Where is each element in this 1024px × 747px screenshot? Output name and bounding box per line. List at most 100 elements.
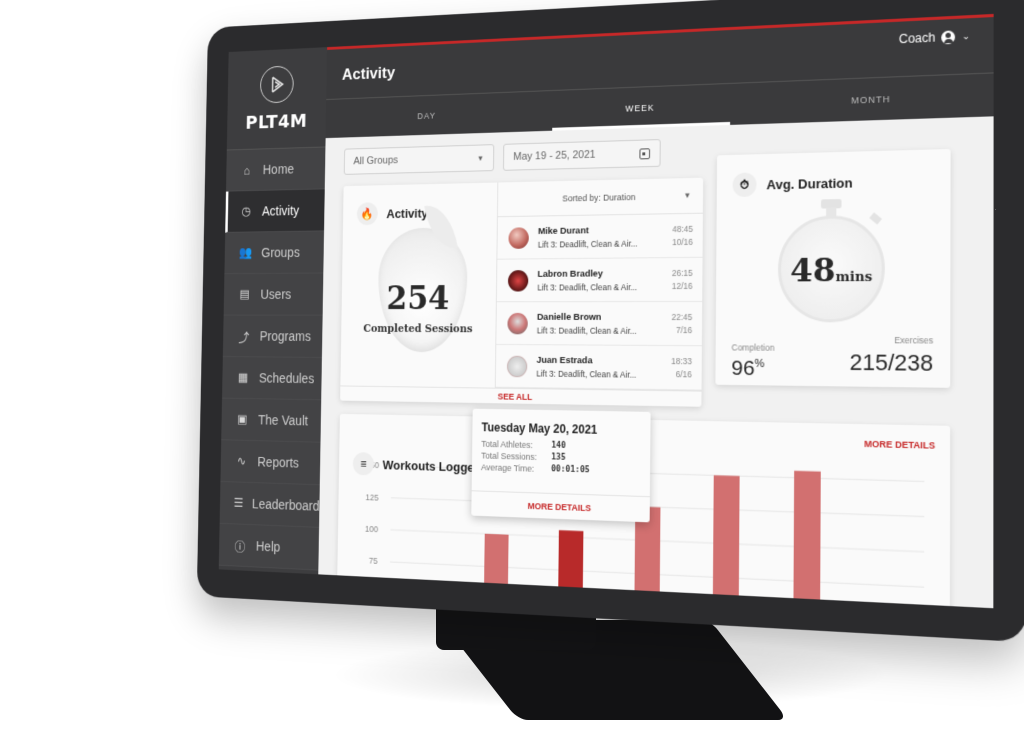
sidebar-item-label: Schedules [258, 370, 315, 387]
chevron-down-icon: ⌄ [961, 30, 971, 41]
athlete-time: 22:45 [671, 311, 693, 322]
duration-card-header: ⏱ Avg. Duration [717, 149, 951, 198]
sidebar-item-help[interactable]: ⓘ Help [218, 523, 320, 571]
athlete-row[interactable]: Juan Estrada Lift 3: Deadlift, Clean & Ai… [495, 344, 702, 391]
sidebar-item-label: Groups [261, 244, 300, 261]
sidebar-item-users[interactable]: ▤ Users [223, 273, 324, 316]
duration-card-title: Avg. Duration [766, 174, 853, 192]
duration-unit: mins [835, 269, 873, 286]
workouts-card-title: Workouts Logged [382, 457, 482, 475]
user-menu[interactable]: Coach ⌄ [898, 29, 971, 47]
bar-tooltip: Tuesday May 20, 2021 Total Athletes: 140… [471, 408, 651, 523]
completion-unit: % [754, 357, 765, 371]
home-icon: ⌂ [243, 163, 251, 177]
brand-name: PLT4M [245, 108, 308, 133]
completion-label: Completion [731, 342, 775, 353]
bar-may-22[interactable] [712, 475, 740, 609]
activity-card-header: 🔥 Activity [343, 182, 497, 226]
sidebar-item-schedules[interactable]: ▦ Schedules [222, 356, 322, 401]
tooltip-date: Tuesday May 20, 2021 [481, 420, 598, 437]
sidebar-item-leaderboard[interactable]: ☰ Leaderboard [219, 481, 320, 528]
stage: PLT4M ⌂ Home ◷ Activity 👥 Groups ▤ Users ⤴ Progra… [0, 0, 1024, 747]
brand[interactable]: PLT4M [226, 47, 328, 151]
activity-card: 🔥 Activity 254 Completed Sessions Sorted… [340, 177, 704, 407]
athlete-time: 18:33 [671, 355, 692, 366]
sidebar-item-home[interactable]: ⌂ Home [225, 147, 326, 192]
athlete-name: Labron Bradley [537, 268, 603, 280]
sidebar-item-label: Reports [257, 454, 299, 471]
athlete-progress: 10/16 [672, 236, 693, 247]
date-range-picker[interactable]: May 19 - 25, 2021 [503, 139, 661, 171]
account-circle-icon [941, 29, 956, 44]
avatar [507, 269, 529, 292]
tooltip-athletes-label: Total Athletes: [481, 438, 533, 451]
user-name: Coach [898, 30, 936, 47]
stopwatch-button [869, 212, 882, 225]
athlete-stats: 48:45 10/16 [672, 222, 693, 248]
sidebar-item-label: Home [262, 161, 295, 177]
sidebar-item-reports[interactable]: ∿ Reports [220, 440, 321, 486]
completed-count: 254 [386, 279, 450, 318]
athlete-row[interactable]: Mike Durant Lift 3: Deadlift, Clean & Air… [497, 213, 703, 260]
group-select-value: All Groups [353, 154, 399, 168]
athlete-name: Juan Estrada [536, 354, 593, 366]
sidebar-item-groups[interactable]: 👥 Groups [224, 231, 325, 275]
fire-icon: 🔥 [356, 202, 378, 226]
runner-icon: ⤴ [238, 329, 250, 344]
completed-label: Completed Sessions [363, 322, 473, 336]
avg-duration-card: ⏱ Avg. Duration 48mins Completion 96% Ex… [715, 148, 951, 388]
tooltip-avg-time-value: 00:01:05 [551, 464, 590, 476]
sidebar-item-label: Activity [261, 202, 300, 219]
athlete-info: Juan Estrada Lift 3: Deadlift, Clean & Ai… [536, 354, 671, 379]
athlete-row[interactable]: Danielle Brown Lift 3: Deadlift, Clean & … [496, 301, 703, 347]
athlete-name: Mike Durant [537, 224, 589, 237]
athlete-progress: 12/16 [671, 280, 693, 291]
duration-number: 48 [790, 250, 836, 290]
caret-down-icon: ▼ [476, 153, 485, 163]
screen: PLT4M ⌂ Home ◷ Activity 👥 Groups ▤ Users ⤴ Progra… [218, 13, 994, 609]
sort-dropdown[interactable]: Sorted by: Duration ▼ [497, 177, 704, 218]
caret-down-icon: ▼ [683, 190, 692, 201]
list-icon: ▤ [239, 286, 250, 301]
tooltip-avg-time-label: Average Time: [480, 462, 535, 474]
athlete-info: Danielle Brown Lift 3: Deadlift, Clean & … [537, 311, 672, 335]
sidebar-item-label: Leaderboard [251, 496, 320, 514]
athlete-info: Mike Durant Lift 3: Deadlift, Clean & Air… [538, 224, 672, 249]
stopwatch-icon: ⏱ [732, 172, 757, 198]
group-select[interactable]: All Groups ▼ [343, 144, 495, 175]
more-details-link[interactable]: MORE DETAILS [864, 439, 935, 451]
avatar [507, 312, 528, 334]
athlete-progress: 6/16 [675, 368, 692, 379]
sidebar-item-label: The Vault [258, 412, 309, 429]
tab-week[interactable]: WEEK [531, 83, 753, 131]
playlist-check-icon: ≡ [352, 452, 375, 476]
sidebar-item-programs[interactable]: ⤴ Programs [222, 315, 323, 358]
brand-logo-icon [259, 64, 294, 104]
tab-day[interactable]: DAY [326, 92, 532, 138]
avatar [506, 355, 528, 377]
sidebar-item-the-vault[interactable]: ▣ The Vault [221, 398, 322, 443]
athlete-name: Danielle Brown [537, 311, 602, 323]
bar-may-23[interactable] [793, 470, 821, 609]
athlete-row[interactable]: Labron Bradley Lift 3: Deadlift, Clean & … [496, 257, 703, 303]
activity-card-title: Activity [386, 205, 428, 221]
avg-duration-value: 48mins [716, 249, 950, 290]
sidebar-item-activity[interactable]: ◷ Activity [225, 189, 325, 233]
sort-label: Sorted by: Duration [562, 191, 636, 203]
completion-value: 96% [731, 357, 764, 382]
athlete-time: 48:45 [672, 223, 694, 234]
calendar-icon: ▦ [237, 370, 249, 385]
help-icon: ⓘ [234, 538, 246, 554]
avatar [508, 226, 529, 249]
calendar-icon[interactable] [639, 147, 651, 159]
exercises-label: Exercises [894, 334, 934, 346]
speedometer-icon: ◷ [241, 203, 252, 218]
sidebar-item-label: Users [260, 286, 292, 302]
exercises-value: 215/238 [849, 349, 934, 377]
activity-body: 🔥 Activity 254 Completed Sessions Sorted… [340, 177, 704, 391]
sidebar-item-label: Programs [259, 328, 312, 344]
y-tick-label: 75 [369, 556, 378, 567]
tooltip-sessions-value: 135 [551, 452, 566, 463]
y-tick-label: 100 [365, 524, 379, 535]
athlete-rows: Mike Durant Lift 3: Deadlift, Clean & Air… [495, 213, 703, 391]
